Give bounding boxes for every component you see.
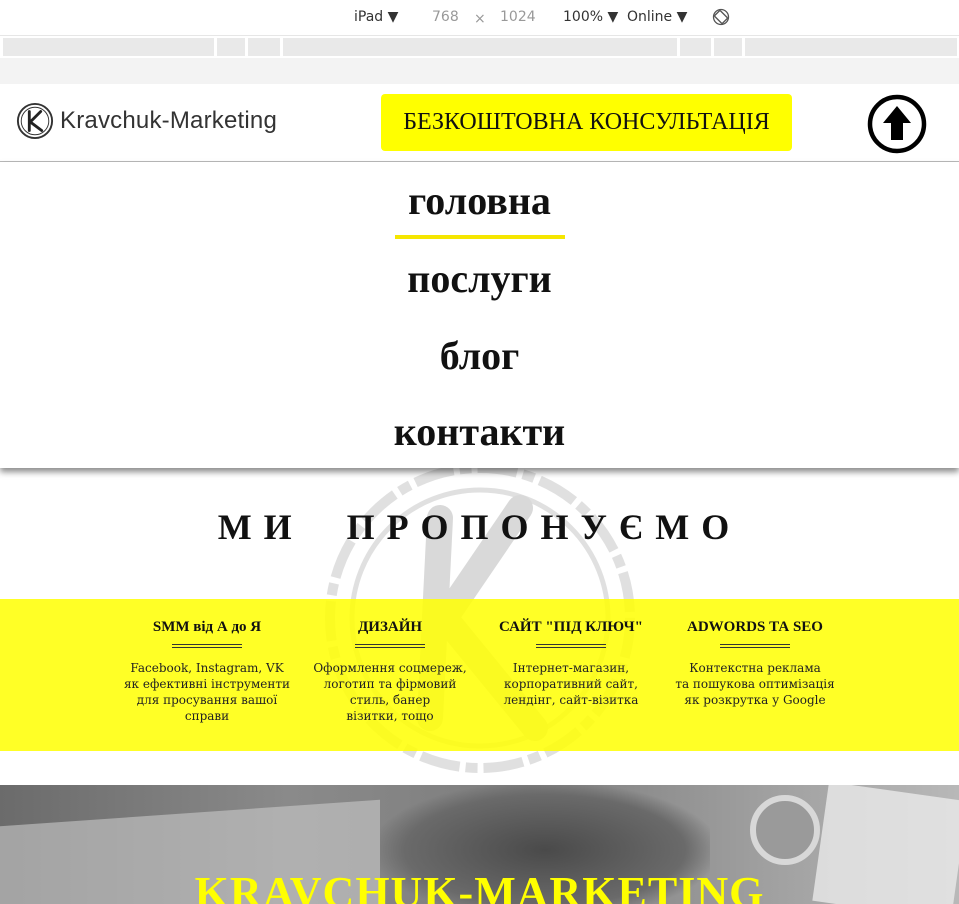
site-header: Kravchuk-Marketing БЕЗКОШТОВНА КОНСУЛЬТА…: [0, 84, 959, 162]
service-card[interactable]: ДИЗАЙН Оформлення соцмереж, логотип та ф…: [305, 619, 475, 724]
service-divider: [355, 644, 425, 648]
arrow-up-icon[interactable]: [867, 94, 927, 154]
service-divider: [536, 644, 606, 648]
free-consultation-button[interactable]: БЕЗКОШТОВНА КОНСУЛЬТАЦІЯ: [381, 94, 792, 151]
nav-item-home[interactable]: головна: [0, 177, 959, 224]
service-divider: [720, 644, 790, 648]
dimension-separator: ×: [474, 11, 486, 27]
logo-text: Kravchuk-Marketing: [60, 107, 278, 134]
logo-link[interactable]: Kravchuk-Marketing: [16, 102, 277, 140]
hero-banner: KRAVCHUK-MARKETING: [0, 785, 959, 904]
device-toolbar: iPad ▼ 768 × 1024 100% ▼ Online ▼: [0, 0, 959, 36]
service-card[interactable]: ADWORDS ТА SEO Контекстна реклама та пош…: [670, 619, 840, 708]
ruler-segment[interactable]: [248, 38, 280, 56]
nav-item-blog[interactable]: блог: [0, 332, 959, 379]
nav-active-underline: [395, 235, 565, 239]
service-title: ADWORDS ТА SEO: [687, 619, 823, 635]
ruler-segment[interactable]: [714, 38, 742, 56]
height-input[interactable]: 1024: [500, 9, 536, 25]
nav-item-contacts[interactable]: контакти: [0, 408, 959, 455]
offer-section: МИ ПРОПОНУЄМО SMM від А до Я Facebook, I…: [0, 468, 959, 785]
viewport-gap: [0, 58, 959, 84]
service-card[interactable]: SMM від А до Я Facebook, Instagram, VK я…: [122, 619, 292, 724]
nav-item-services[interactable]: послуги: [0, 255, 959, 302]
service-description: Оформлення соцмереж, логотип та фірмовий…: [313, 661, 467, 723]
service-title: ДИЗАЙН: [357, 619, 423, 635]
ruler-segment[interactable]: [3, 38, 214, 56]
zoom-select[interactable]: 100% ▼: [563, 9, 618, 25]
service-divider: [172, 644, 242, 648]
ruler-segment[interactable]: [283, 38, 677, 56]
service-description: Інтернет-магазин, корпоративний сайт, ле…: [503, 661, 639, 707]
service-description: Facebook, Instagram, VK як ефективні інс…: [123, 661, 291, 723]
device-select[interactable]: iPad ▼: [354, 9, 398, 25]
ruler-segment[interactable]: [745, 38, 957, 56]
service-title: САЙТ "ПІД КЛЮЧ": [499, 619, 643, 635]
service-card[interactable]: САЙТ "ПІД КЛЮЧ" Інтернет-магазин, корпор…: [486, 619, 656, 708]
media-query-ruler: [0, 36, 959, 58]
rotate-icon[interactable]: [712, 8, 730, 26]
coffee-cup-photo-shape: [750, 795, 820, 865]
service-description: Контекстна реклама та пошукова оптимізац…: [675, 661, 835, 707]
ruler-segment[interactable]: [217, 38, 245, 56]
network-select[interactable]: Online ▼: [627, 9, 687, 25]
services-strip: SMM від А до Я Facebook, Instagram, VK я…: [0, 599, 959, 751]
ruler-segment[interactable]: [680, 38, 711, 56]
service-title: SMM від А до Я: [152, 619, 262, 635]
width-input[interactable]: 768: [432, 9, 459, 25]
mobile-nav-menu: головна послуги блог контакти: [0, 162, 959, 468]
offer-title: МИ ПРОПОНУЄМО: [217, 507, 742, 547]
logo-k-icon: [16, 102, 54, 140]
hero-title: KRAVCHUK-MARKETING: [194, 868, 765, 904]
